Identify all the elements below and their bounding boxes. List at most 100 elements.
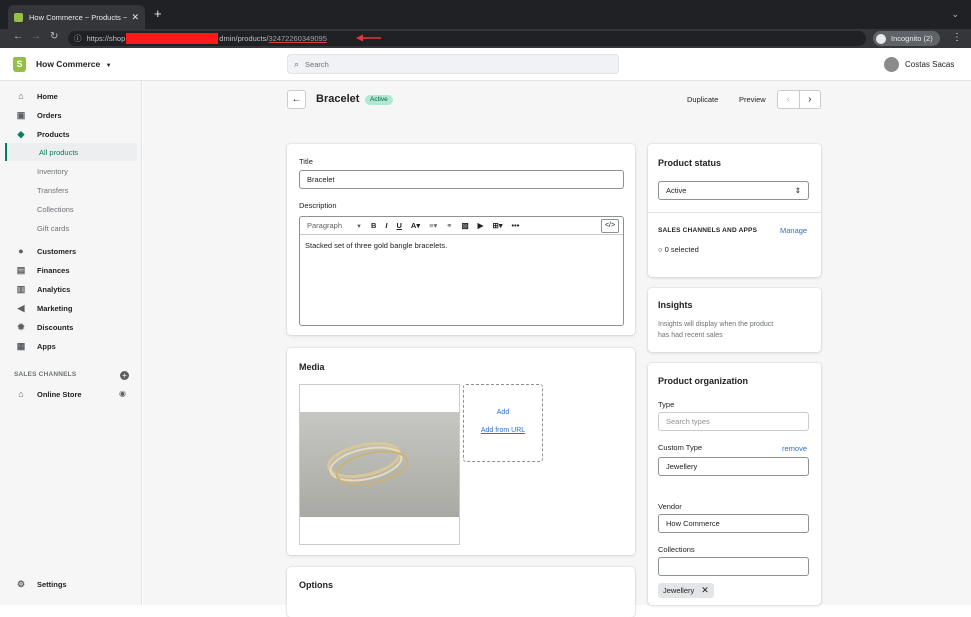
type-label: Type (658, 400, 675, 409)
megaphone-icon: ◀ (17, 302, 25, 313)
align-icon[interactable]: ≡▾ (429, 221, 437, 230)
collection-tag-label: Jewellery (663, 586, 695, 595)
table-icon[interactable]: ⊞▾ (492, 221, 502, 230)
duplicate-button[interactable]: Duplicate (687, 95, 718, 104)
sidebar-subitem-gift-cards[interactable]: Gift cards (37, 219, 69, 237)
sidebar-item-customers[interactable]: ● Customers (0, 242, 137, 260)
remove-custom-type-link[interactable]: remove (782, 444, 807, 453)
site-info-icon[interactable]: ⓘ (74, 33, 82, 44)
browser-toolbar: ← → ↻ ⓘ https://shop dmin/products/ 3247… (0, 29, 971, 48)
caret-down-icon: ▼ (105, 63, 112, 69)
vendor-input[interactable]: How Commerce (658, 514, 809, 533)
sidebar-item-marketing[interactable]: ◀ Marketing (0, 299, 137, 317)
sidebar-item-settings[interactable]: ⚙ Settings (0, 575, 137, 593)
manage-link[interactable]: Manage (780, 226, 807, 235)
sidebar-item-label: Finances (37, 265, 70, 275)
remove-tag-icon[interactable]: ✕ (701, 585, 709, 596)
shopify-logo-icon[interactable]: S (13, 57, 26, 72)
browser-tab[interactable]: How Commerce ~ Products ~ B ✕ (8, 5, 145, 29)
sidebar-item-orders[interactable]: ▣ Orders (0, 106, 137, 124)
back-button[interactable]: ← (287, 90, 306, 109)
sidebar-subitem-transfers[interactable]: Transfers (37, 181, 68, 199)
sidebar-item-online-store[interactable]: ⌂ Online Store (0, 385, 137, 403)
more-icon[interactable]: ••• (512, 221, 520, 230)
incognito-indicator[interactable]: Incognito (2) (873, 31, 940, 46)
main-content: ← Bracelet Active Duplicate Preview ‹ › … (143, 81, 971, 617)
title-label: Title (299, 157, 313, 166)
sidebar-item-discounts[interactable]: ✹ Discounts (0, 318, 137, 336)
sidebar-item-home[interactable]: ⌂ Home (0, 87, 137, 105)
product-pager: ‹ › (777, 90, 821, 109)
new-tab-button[interactable]: + (154, 7, 162, 20)
type-input[interactable]: Search types (658, 412, 809, 431)
admin-topbar: S How Commerce ▼ ⌕ Search Costas Sacas (0, 48, 971, 81)
finances-icon: ▤ (16, 264, 26, 275)
status-badge: Active (365, 95, 393, 105)
description-editor: Paragraph ▼ B I U A▾ ≡▾ ⚭ ▧ ▶ ⊞▾ ••• </> … (299, 216, 624, 326)
gear-icon: ⚙ (16, 578, 26, 589)
browser-tabstrip: How Commerce ~ Products ~ B ✕ + ⌄ (0, 0, 971, 29)
underline-icon[interactable]: U (397, 221, 402, 230)
sidebar-subitem-all-products[interactable]: All products (5, 143, 137, 161)
close-tab-icon[interactable]: ✕ (131, 12, 139, 23)
select-arrows-icon: ⇕ (794, 186, 801, 195)
sidebar-item-label: Discounts (37, 322, 74, 332)
add-media-button[interactable]: Add (464, 409, 542, 416)
media-dropzone[interactable]: Add Add from URL (463, 384, 543, 462)
title-input[interactable]: Bracelet (299, 170, 624, 189)
divider (648, 212, 821, 213)
incognito-icon (876, 33, 886, 44)
collections-input[interactable] (658, 557, 809, 576)
text-color-icon[interactable]: A▾ (411, 221, 420, 230)
sidebar-item-apps[interactable]: ▦ Apps (0, 337, 137, 355)
editor-toolbar: Paragraph ▼ B I U A▾ ≡▾ ⚭ ▧ ▶ ⊞▾ ••• </> (300, 217, 623, 235)
video-icon[interactable]: ▶ (478, 221, 484, 230)
sidebar-item-label: Customers (37, 246, 77, 256)
tab-search-chevron-icon[interactable]: ⌄ (951, 9, 959, 20)
selected-count-text: 0 selected (664, 245, 699, 254)
vendor-label: Vendor (658, 502, 682, 511)
italic-icon[interactable]: I (385, 221, 387, 230)
browser-menu-icon[interactable]: ⋮ (952, 32, 962, 43)
bracelet-photo (300, 412, 459, 517)
sidebar-item-label: Products (37, 129, 70, 139)
description-text[interactable]: Stacked set of three gold bangle bracele… (300, 235, 623, 256)
insights-line-1: Insights will display when the product (658, 321, 774, 328)
status-select[interactable]: Active ⇕ (658, 181, 809, 200)
search-input[interactable]: ⌕ Search (287, 54, 619, 74)
options-heading: Options (299, 580, 333, 590)
media-heading: Media (299, 362, 325, 372)
user-menu[interactable]: Costas Sacas (884, 57, 954, 72)
sidebar-item-finances[interactable]: ▤ Finances (0, 261, 137, 279)
sidebar-subitem-collections[interactable]: Collections (37, 200, 74, 218)
forward-arrow-icon[interactable]: → (31, 31, 41, 42)
home-icon: ⌂ (18, 91, 24, 101)
sidebar-item-products[interactable]: ◆ Products (0, 125, 137, 143)
next-product-icon[interactable]: › (800, 91, 821, 108)
previous-product-icon[interactable]: ‹ (778, 91, 800, 108)
page-title: Bracelet (316, 93, 360, 105)
sidebar-item-analytics[interactable]: ▥ Analytics (0, 280, 137, 298)
add-from-url-link[interactable]: Add from URL (464, 427, 542, 434)
eye-icon[interactable]: ◉ (119, 389, 126, 398)
url-prefix: https://shop (86, 34, 126, 43)
avatar (884, 57, 899, 72)
bold-icon[interactable]: B (371, 221, 376, 230)
paragraph-select[interactable]: Paragraph ▼ (307, 221, 362, 230)
insights-card: Insights Insights will display when the … (648, 288, 821, 352)
sales-channels-apps-label: SALES CHANNELS AND APPS (658, 227, 758, 234)
custom-type-input[interactable]: Jewellery (658, 457, 809, 476)
code-view-icon[interactable]: </> (601, 218, 619, 233)
store-switcher[interactable]: How Commerce ▼ (36, 59, 112, 69)
image-icon[interactable]: ▧ (462, 221, 469, 230)
sidebar-item-label: Analytics (37, 284, 71, 294)
add-sales-channel-icon[interactable]: + (120, 371, 129, 380)
product-image[interactable] (299, 384, 460, 545)
link-icon[interactable]: ⚭ (446, 221, 452, 230)
reload-icon[interactable]: ↻ (50, 31, 58, 42)
back-arrow-icon[interactable]: ← (13, 31, 23, 42)
sidebar-subitem-inventory[interactable]: Inventory (37, 162, 68, 180)
preview-button[interactable]: Preview (739, 95, 766, 104)
custom-type-label: Custom Type (658, 443, 703, 452)
address-bar[interactable]: ⓘ https://shop dmin/products/ 3247226034… (68, 31, 866, 46)
